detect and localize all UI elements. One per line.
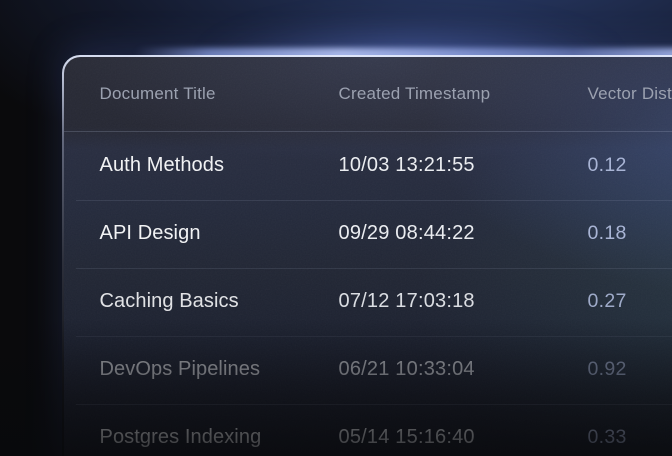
table-row[interactable]: Postgres Indexing 05/14 15:16:40 0.33 (64, 404, 672, 456)
created-timestamp-cell: 10/03 13:21:55 (339, 154, 588, 177)
created-timestamp-cell: 07/12 17:03:18 (339, 290, 588, 313)
document-title-cell: DevOps Pipelines (64, 358, 339, 381)
vector-distance-cell: 0.92 (588, 358, 672, 381)
document-title-cell: Postgres Indexing (64, 426, 339, 449)
document-title-cell: Caching Basics (64, 290, 339, 313)
table-header: Document Title Created Timestamp Vector … (64, 57, 672, 132)
created-timestamp-cell: 05/14 15:16:40 (339, 426, 588, 449)
table-card: Document Title Created Timestamp Vector … (62, 55, 672, 456)
table-row[interactable]: DevOps Pipelines 06/21 10:33:04 0.92 (64, 336, 672, 404)
vector-distance-cell: 0.33 (588, 426, 672, 449)
created-timestamp-cell: 06/21 10:33:04 (339, 358, 588, 381)
document-title-cell: API Design (64, 222, 339, 245)
screen: Document Title Created Timestamp Vector … (0, 0, 672, 456)
vector-distance-cell: 0.18 (588, 222, 672, 245)
vector-distance-cell: 0.12 (588, 154, 672, 177)
column-header-vector-distance: Vector Distance (588, 84, 672, 104)
table-row[interactable]: API Design 09/29 08:44:22 0.18 (64, 200, 672, 268)
table-row[interactable]: Caching Basics 07/12 17:03:18 0.27 (64, 268, 672, 336)
table-body: Auth Methods 10/03 13:21:55 0.12 API Des… (64, 132, 672, 456)
column-header-document-title: Document Title (64, 84, 339, 104)
vector-distance-cell: 0.27 (588, 290, 672, 313)
created-timestamp-cell: 09/29 08:44:22 (339, 222, 588, 245)
document-title-cell: Auth Methods (64, 154, 339, 177)
table-row[interactable]: Auth Methods 10/03 13:21:55 0.12 (64, 132, 672, 200)
column-header-created-timestamp: Created Timestamp (339, 84, 588, 104)
table-card-inner: Document Title Created Timestamp Vector … (64, 57, 672, 456)
